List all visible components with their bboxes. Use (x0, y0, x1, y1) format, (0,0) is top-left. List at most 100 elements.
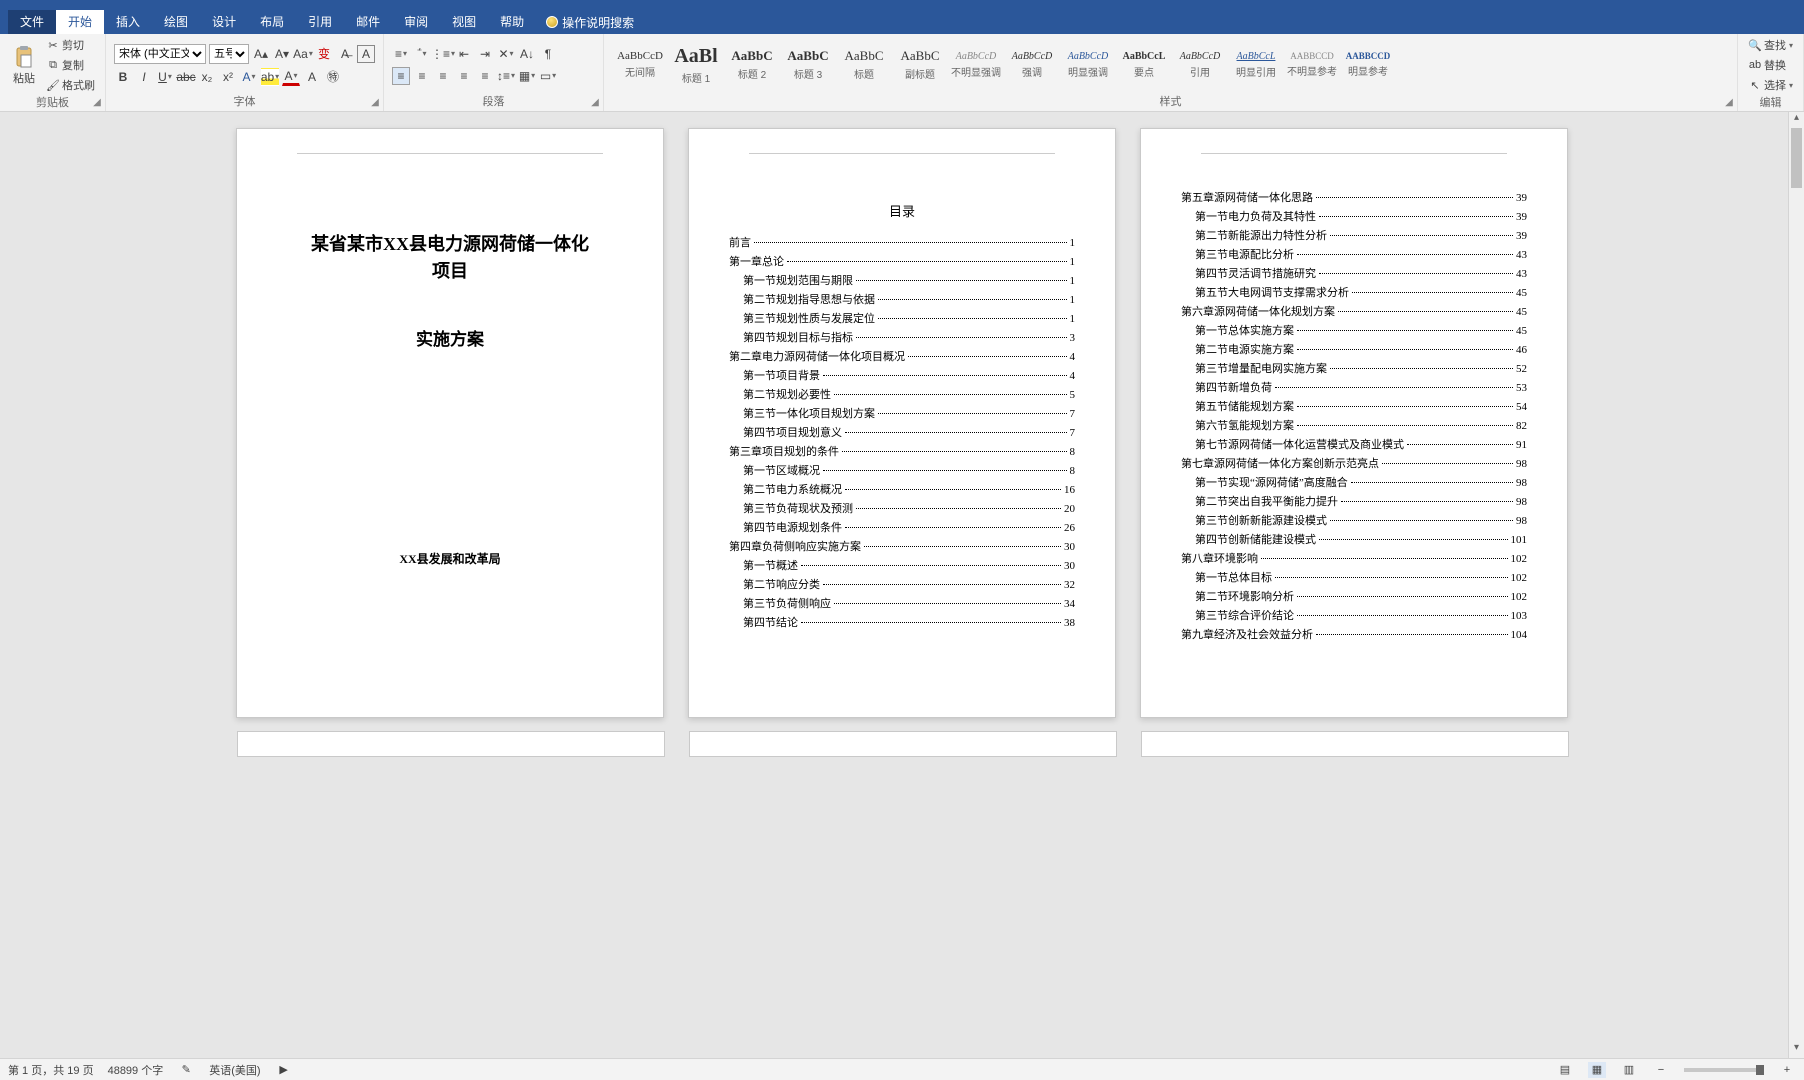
line-spacing-button[interactable]: ↕≡▾ (497, 67, 515, 85)
zoom-out-button[interactable]: − (1652, 1062, 1670, 1078)
superscript-button[interactable]: x² (219, 68, 237, 86)
style-明显参考[interactable]: AABBCCD明显参考 (1340, 40, 1396, 90)
toc-entry[interactable]: 第五章源网荷储一体化思路39 (1181, 189, 1527, 205)
clipboard-launcher[interactable]: ◢ (91, 97, 103, 109)
document-area[interactable]: 某省某市XX县电力源网荷储一体化项目 实施方案 XX县发展和改革局 目录 前言1… (0, 112, 1804, 1058)
toc-entry[interactable]: 第一节规划范围与期限1 (729, 272, 1075, 288)
toc-entry[interactable]: 第三章项目规划的条件8 (729, 443, 1075, 459)
style-无间隔[interactable]: AaBbCcD无间隔 (612, 40, 668, 90)
toc-entry[interactable]: 第四节创新储能建设模式101 (1181, 531, 1527, 547)
toc-entry[interactable]: 第一节概述30 (729, 557, 1075, 573)
highlight-button[interactable]: ab▾ (261, 68, 279, 86)
clear-format-button[interactable]: A̶ (336, 45, 354, 63)
style-标题[interactable]: AaBbC标题 (836, 40, 892, 90)
toc-entry[interactable]: 第二节新能源出力特性分析39 (1181, 227, 1527, 243)
toc-entry[interactable]: 第三节负荷侧响应34 (729, 595, 1075, 611)
page-2[interactable]: 目录 前言1第一章总论1第一节规划范围与期限1第二节规划指导思想与依据1第三节规… (688, 128, 1116, 718)
style-不明显参考[interactable]: AABBCCD不明显参考 (1284, 40, 1340, 90)
strikethrough-button[interactable]: abc (177, 68, 195, 86)
toc-entry[interactable]: 第六节氢能规划方案82 (1181, 417, 1527, 433)
toc-entry[interactable]: 第三节增量配电网实施方案52 (1181, 360, 1527, 376)
asian-layout-button[interactable]: ✕▾ (497, 45, 515, 63)
tab-review[interactable]: 审阅 (392, 10, 440, 34)
copy-button[interactable]: ⧉复制 (44, 56, 97, 74)
align-left-button[interactable]: ≡ (392, 67, 410, 85)
style-强调[interactable]: AaBbCcD强调 (1004, 40, 1060, 90)
sort-button[interactable]: A↓ (518, 45, 536, 63)
toc-entry[interactable]: 第一节电力负荷及其特性39 (1181, 208, 1527, 224)
shading-button[interactable]: ▦▾ (518, 67, 536, 85)
tell-me[interactable]: 操作说明搜索 (536, 14, 644, 31)
toc-entry[interactable]: 第六章源网荷储一体化规划方案45 (1181, 303, 1527, 319)
language-indicator[interactable]: 英语(美国) (209, 1062, 260, 1078)
bullets-button[interactable]: ≡▾ (392, 45, 410, 63)
subscript-button[interactable]: x₂ (198, 68, 216, 86)
font-color-button[interactable]: A▾ (282, 68, 300, 86)
toc-entry[interactable]: 第一节区域概况8 (729, 462, 1075, 478)
tab-insert[interactable]: 插入 (104, 10, 152, 34)
style-标题 2[interactable]: AaBbC标题 2 (724, 40, 780, 90)
toc-entry[interactable]: 第二节突出自我平衡能力提升98 (1181, 493, 1527, 509)
scroll-up-arrow[interactable]: ▴ (1789, 112, 1804, 128)
toc-entry[interactable]: 第五节储能规划方案54 (1181, 398, 1527, 414)
font-size-combo[interactable]: 五号 (209, 44, 249, 64)
distribute-button[interactable]: ≡ (476, 67, 494, 85)
toc-entry[interactable]: 前言1 (729, 234, 1075, 250)
toc-entry[interactable]: 第四节电源规划条件26 (729, 519, 1075, 535)
styles-gallery[interactable]: AaBbCcD无间隔AaBl标题 1AaBbC标题 2AaBbC标题 3AaBb… (612, 40, 1396, 90)
tab-help[interactable]: 帮助 (488, 10, 536, 34)
align-center-button[interactable]: ≡ (413, 67, 431, 85)
toc-entry[interactable]: 第三节负荷现状及预测20 (729, 500, 1075, 516)
toc-entry[interactable]: 第四节规划目标与指标3 (729, 329, 1075, 345)
style-标题 3[interactable]: AaBbC标题 3 (780, 40, 836, 90)
toc-entry[interactable]: 第二节电源实施方案46 (1181, 341, 1527, 357)
print-layout-button[interactable]: ▦ (1588, 1062, 1606, 1078)
tab-layout[interactable]: 布局 (248, 10, 296, 34)
shrink-font-button[interactable]: A▾ (273, 45, 291, 63)
tab-home[interactable]: 开始 (56, 10, 104, 34)
toc-entry[interactable]: 第三节一体化项目规划方案7 (729, 405, 1075, 421)
italic-button[interactable]: I (135, 68, 153, 86)
increase-indent-button[interactable]: ⇥ (476, 45, 494, 63)
web-layout-button[interactable]: ▥ (1620, 1062, 1638, 1078)
tab-view[interactable]: 视图 (440, 10, 488, 34)
toc-entry[interactable]: 第三节规划性质与发展定位1 (729, 310, 1075, 326)
word-count[interactable]: 48899 个字 (108, 1062, 164, 1078)
align-right-button[interactable]: ≡ (434, 67, 452, 85)
toc-entry[interactable]: 第二章电力源网荷储一体化项目概况4 (729, 348, 1075, 364)
toc-entry[interactable]: 第七节源网荷储一体化运营模式及商业模式91 (1181, 436, 1527, 452)
char-shading-button[interactable]: A (303, 68, 321, 86)
find-button[interactable]: 🔍查找▾ (1746, 36, 1795, 54)
phonetic-guide-button[interactable]: 变 (315, 45, 333, 63)
toc-entry[interactable]: 第一节实现“源网荷储”高度融合98 (1181, 474, 1527, 490)
style-引用[interactable]: AaBbCcD引用 (1172, 40, 1228, 90)
font-family-combo[interactable]: 宋体 (中文正文) (114, 44, 206, 64)
toc-entry[interactable]: 第三节综合评价结论103 (1181, 607, 1527, 623)
format-painter-button[interactable]: 🖌格式刷 (44, 76, 97, 94)
page-3[interactable]: 第五章源网荷储一体化思路39 第一节电力负荷及其特性39 第二节新能源出力特性分析3… (1140, 128, 1568, 718)
page-1[interactable]: 某省某市XX县电力源网荷储一体化项目 实施方案 XX县发展和改革局 (236, 128, 664, 718)
style-不明显强调[interactable]: AaBbCcD不明显强调 (948, 40, 1004, 90)
read-mode-button[interactable]: ▤ (1556, 1062, 1574, 1078)
toc-entry[interactable]: 第八章环境影响102 (1181, 550, 1527, 566)
style-标题 1[interactable]: AaBl标题 1 (668, 40, 724, 90)
styles-launcher[interactable]: ◢ (1723, 97, 1735, 109)
toc-entry[interactable]: 第二节电力系统概况16 (729, 481, 1075, 497)
toc-entry[interactable]: 第七章源网荷储一体化方案创新示范亮点98 (1181, 455, 1527, 471)
char-border-button[interactable]: A (357, 45, 375, 63)
tab-mailings[interactable]: 邮件 (344, 10, 392, 34)
font-launcher[interactable]: ◢ (369, 97, 381, 109)
style-要点[interactable]: AaBbCcL要点 (1116, 40, 1172, 90)
borders-button[interactable]: ▭▾ (539, 67, 557, 85)
enclose-char-button[interactable]: ㊕ (324, 68, 342, 86)
toc-entry[interactable]: 第四节项目规划意义7 (729, 424, 1075, 440)
style-副标题[interactable]: AaBbC副标题 (892, 40, 948, 90)
toc-entry[interactable]: 第一节总体目标102 (1181, 569, 1527, 585)
page-indicator[interactable]: 第 1 页，共 19 页 (8, 1062, 94, 1078)
grow-font-button[interactable]: A▴ (252, 45, 270, 63)
underline-button[interactable]: U▾ (156, 68, 174, 86)
toc-entry[interactable]: 第二节规划指导思想与依据1 (729, 291, 1075, 307)
decrease-indent-button[interactable]: ⇤ (455, 45, 473, 63)
tab-draw[interactable]: 绘图 (152, 10, 200, 34)
tab-references[interactable]: 引用 (296, 10, 344, 34)
